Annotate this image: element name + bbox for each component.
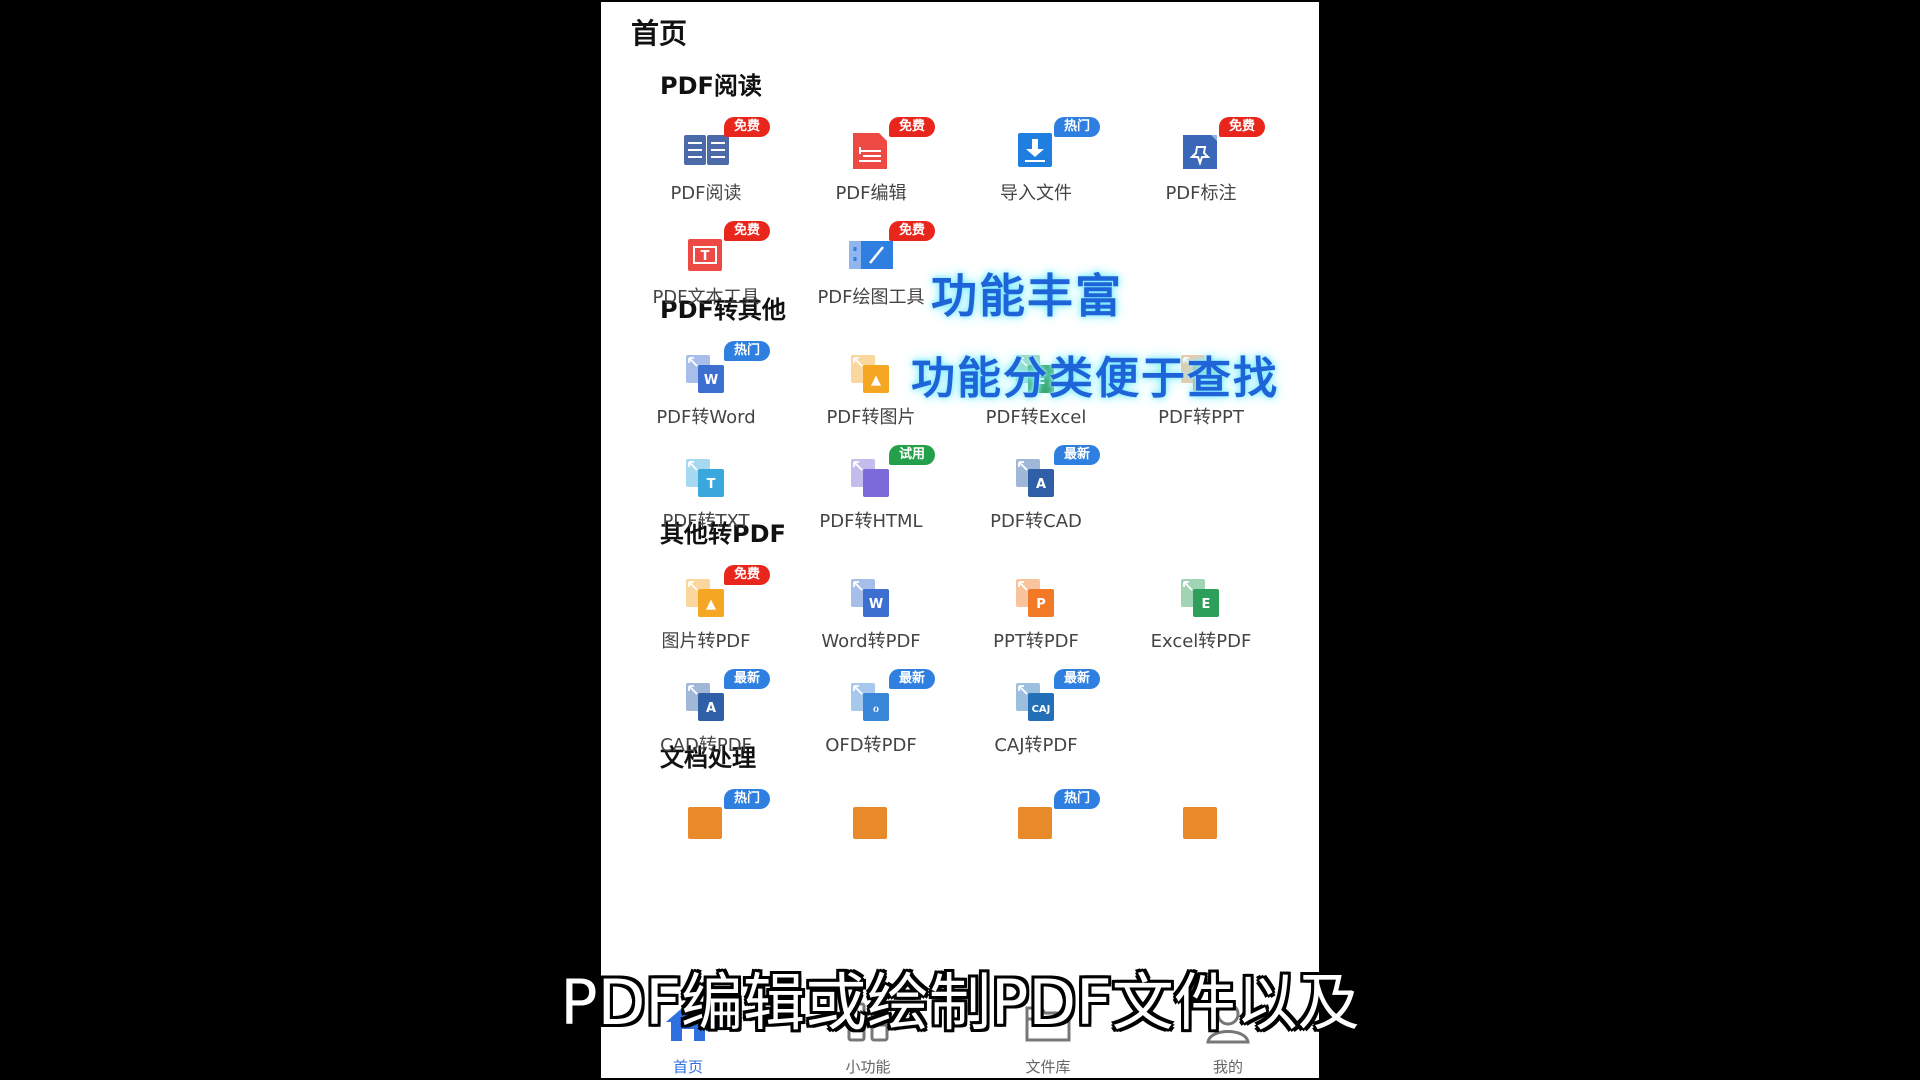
tool-label: PDF转CAD xyxy=(990,511,1082,532)
badge: 免费 xyxy=(1219,117,1265,137)
tool-label: PDF转HTML xyxy=(819,511,923,532)
badge: 最新 xyxy=(889,669,935,689)
nav-small-tools-label: 小功能 xyxy=(845,1058,891,1076)
svg-text:ℴ: ℴ xyxy=(873,701,879,716)
tool-label: PDF阅读 xyxy=(670,183,742,204)
excel-icon: E xyxy=(1171,571,1231,619)
tool-label: 导入文件 xyxy=(1000,183,1072,204)
badge: 热门 xyxy=(724,789,770,809)
tool-tile-2-3[interactable]: E Excel转PDF xyxy=(1126,565,1276,661)
nav-home-label: 首页 xyxy=(672,1058,703,1076)
badge: 免费 xyxy=(724,565,770,585)
tool-tile-2-0[interactable]: ▲ 免费图片转PDF xyxy=(631,565,781,661)
doc-tool-icon xyxy=(841,795,901,843)
tool-label: PPT转PDF xyxy=(993,631,1079,652)
tool-label: PDF标注 xyxy=(1165,183,1237,204)
tool-tile-2-2[interactable]: P PPT转PDF xyxy=(961,565,1111,661)
tool-tile-0-2[interactable]: 热门导入文件 xyxy=(961,117,1111,213)
ppt-icon: P xyxy=(1006,571,1066,619)
badge: 热门 xyxy=(724,341,770,361)
overlay-caption-2: 功能分类便于查找 xyxy=(911,353,1279,404)
svg-text:A: A xyxy=(706,701,716,716)
tool-label: PDF转图片 xyxy=(826,407,916,428)
tool-label: CAJ转PDF xyxy=(994,735,1078,756)
doc-tool-icon xyxy=(1171,795,1231,843)
tool-label: OFD转PDF xyxy=(825,735,917,756)
tool-tile-0-3[interactable]: 免费 PDF标注 xyxy=(1126,117,1276,213)
nav-mine-label: 我的 xyxy=(1212,1058,1243,1076)
tool-tile-0-1[interactable]: 免费 PDF编辑 xyxy=(796,117,946,213)
svg-text:▲: ▲ xyxy=(871,373,881,388)
tool-label: Word转PDF xyxy=(821,631,921,652)
section-title-pdf-read: PDF阅读 xyxy=(660,72,762,100)
tool-tile-0-5[interactable]: 免费 PDF绘图工具 xyxy=(796,221,946,317)
badge: 最新 xyxy=(1054,445,1100,465)
tool-label: PDF转Word xyxy=(656,407,756,428)
badge: 免费 xyxy=(889,221,935,241)
tool-tile-1-0[interactable]: W 热门 PDF转Word xyxy=(631,341,781,437)
tool-tile-1-4[interactable]: T PDF转TXT xyxy=(631,445,781,541)
phone-screen: 首页 PDF阅读 PDF转其他 其他转PDF 文档处理 免费 PDF阅读 免费 PDF… xyxy=(601,2,1319,1078)
svg-text:W: W xyxy=(704,373,718,388)
nav-file-library-label: 文件库 xyxy=(1025,1058,1071,1076)
tool-label: 图片转PDF xyxy=(661,631,751,652)
badge: 免费 xyxy=(889,117,935,137)
video-subtitle: PDF编辑或绘制PDF文件以及 xyxy=(560,966,1360,1039)
badge: 免费 xyxy=(724,221,770,241)
badge: 最新 xyxy=(1054,669,1100,689)
tool-tile-1-6[interactable]: A 最新 PDF转CAD xyxy=(961,445,1111,541)
tool-label: PDF转TXT xyxy=(662,511,750,532)
tool-tile-2-6[interactable]: CAJ 最新 CAJ转PDF xyxy=(961,669,1111,765)
badge: 试用 xyxy=(889,445,935,465)
badge: 热门 xyxy=(1054,117,1100,137)
tool-label: PDF转PPT xyxy=(1158,407,1244,428)
svg-text:CAJ: CAJ xyxy=(1032,704,1051,715)
image-icon: ▲ xyxy=(841,347,901,395)
tool-tile-2-1[interactable]: W Word转PDF xyxy=(796,565,946,661)
svg-text:E: E xyxy=(1202,597,1211,612)
tool-tile-3-1[interactable] xyxy=(796,789,946,885)
tool-label: PDF转Excel xyxy=(985,407,1087,428)
badge: 免费 xyxy=(724,117,770,137)
svg-text:P: P xyxy=(1036,597,1046,612)
svg-text:T: T xyxy=(701,249,710,264)
svg-text:W: W xyxy=(869,597,883,612)
tool-tile-3-0[interactable]: 热门 xyxy=(631,789,781,885)
tool-tile-2-4[interactable]: A 最新 CAD转PDF xyxy=(631,669,781,765)
tool-tile-2-5[interactable]: ℴ 最新 OFD转PDF xyxy=(796,669,946,765)
word-icon: W xyxy=(841,571,901,619)
tool-tile-3-3[interactable] xyxy=(1126,789,1276,885)
page-title: 首页 xyxy=(631,17,688,50)
badge: 最新 xyxy=(724,669,770,689)
tool-label: PDF编辑 xyxy=(835,183,907,204)
svg-text:▲: ▲ xyxy=(706,597,716,612)
overlay-caption-1: 功能丰富 xyxy=(931,269,1123,323)
badge: 热门 xyxy=(1054,789,1100,809)
tool-tile-3-2[interactable]: 热门 xyxy=(961,789,1111,885)
tool-tile-0-0[interactable]: 免费 PDF阅读 xyxy=(631,117,781,213)
txt-icon: T xyxy=(676,451,736,499)
svg-text:T: T xyxy=(707,477,716,492)
tool-label: CAD转PDF xyxy=(660,735,752,756)
tool-label: PDF文本工具 xyxy=(652,287,760,308)
tool-label: Excel转PDF xyxy=(1150,631,1252,652)
svg-text:A: A xyxy=(1036,477,1046,492)
tool-tile-1-5[interactable]: 试用 PDF转HTML xyxy=(796,445,946,541)
tool-tile-0-4[interactable]: T 免费 PDF文本工具 xyxy=(631,221,781,317)
